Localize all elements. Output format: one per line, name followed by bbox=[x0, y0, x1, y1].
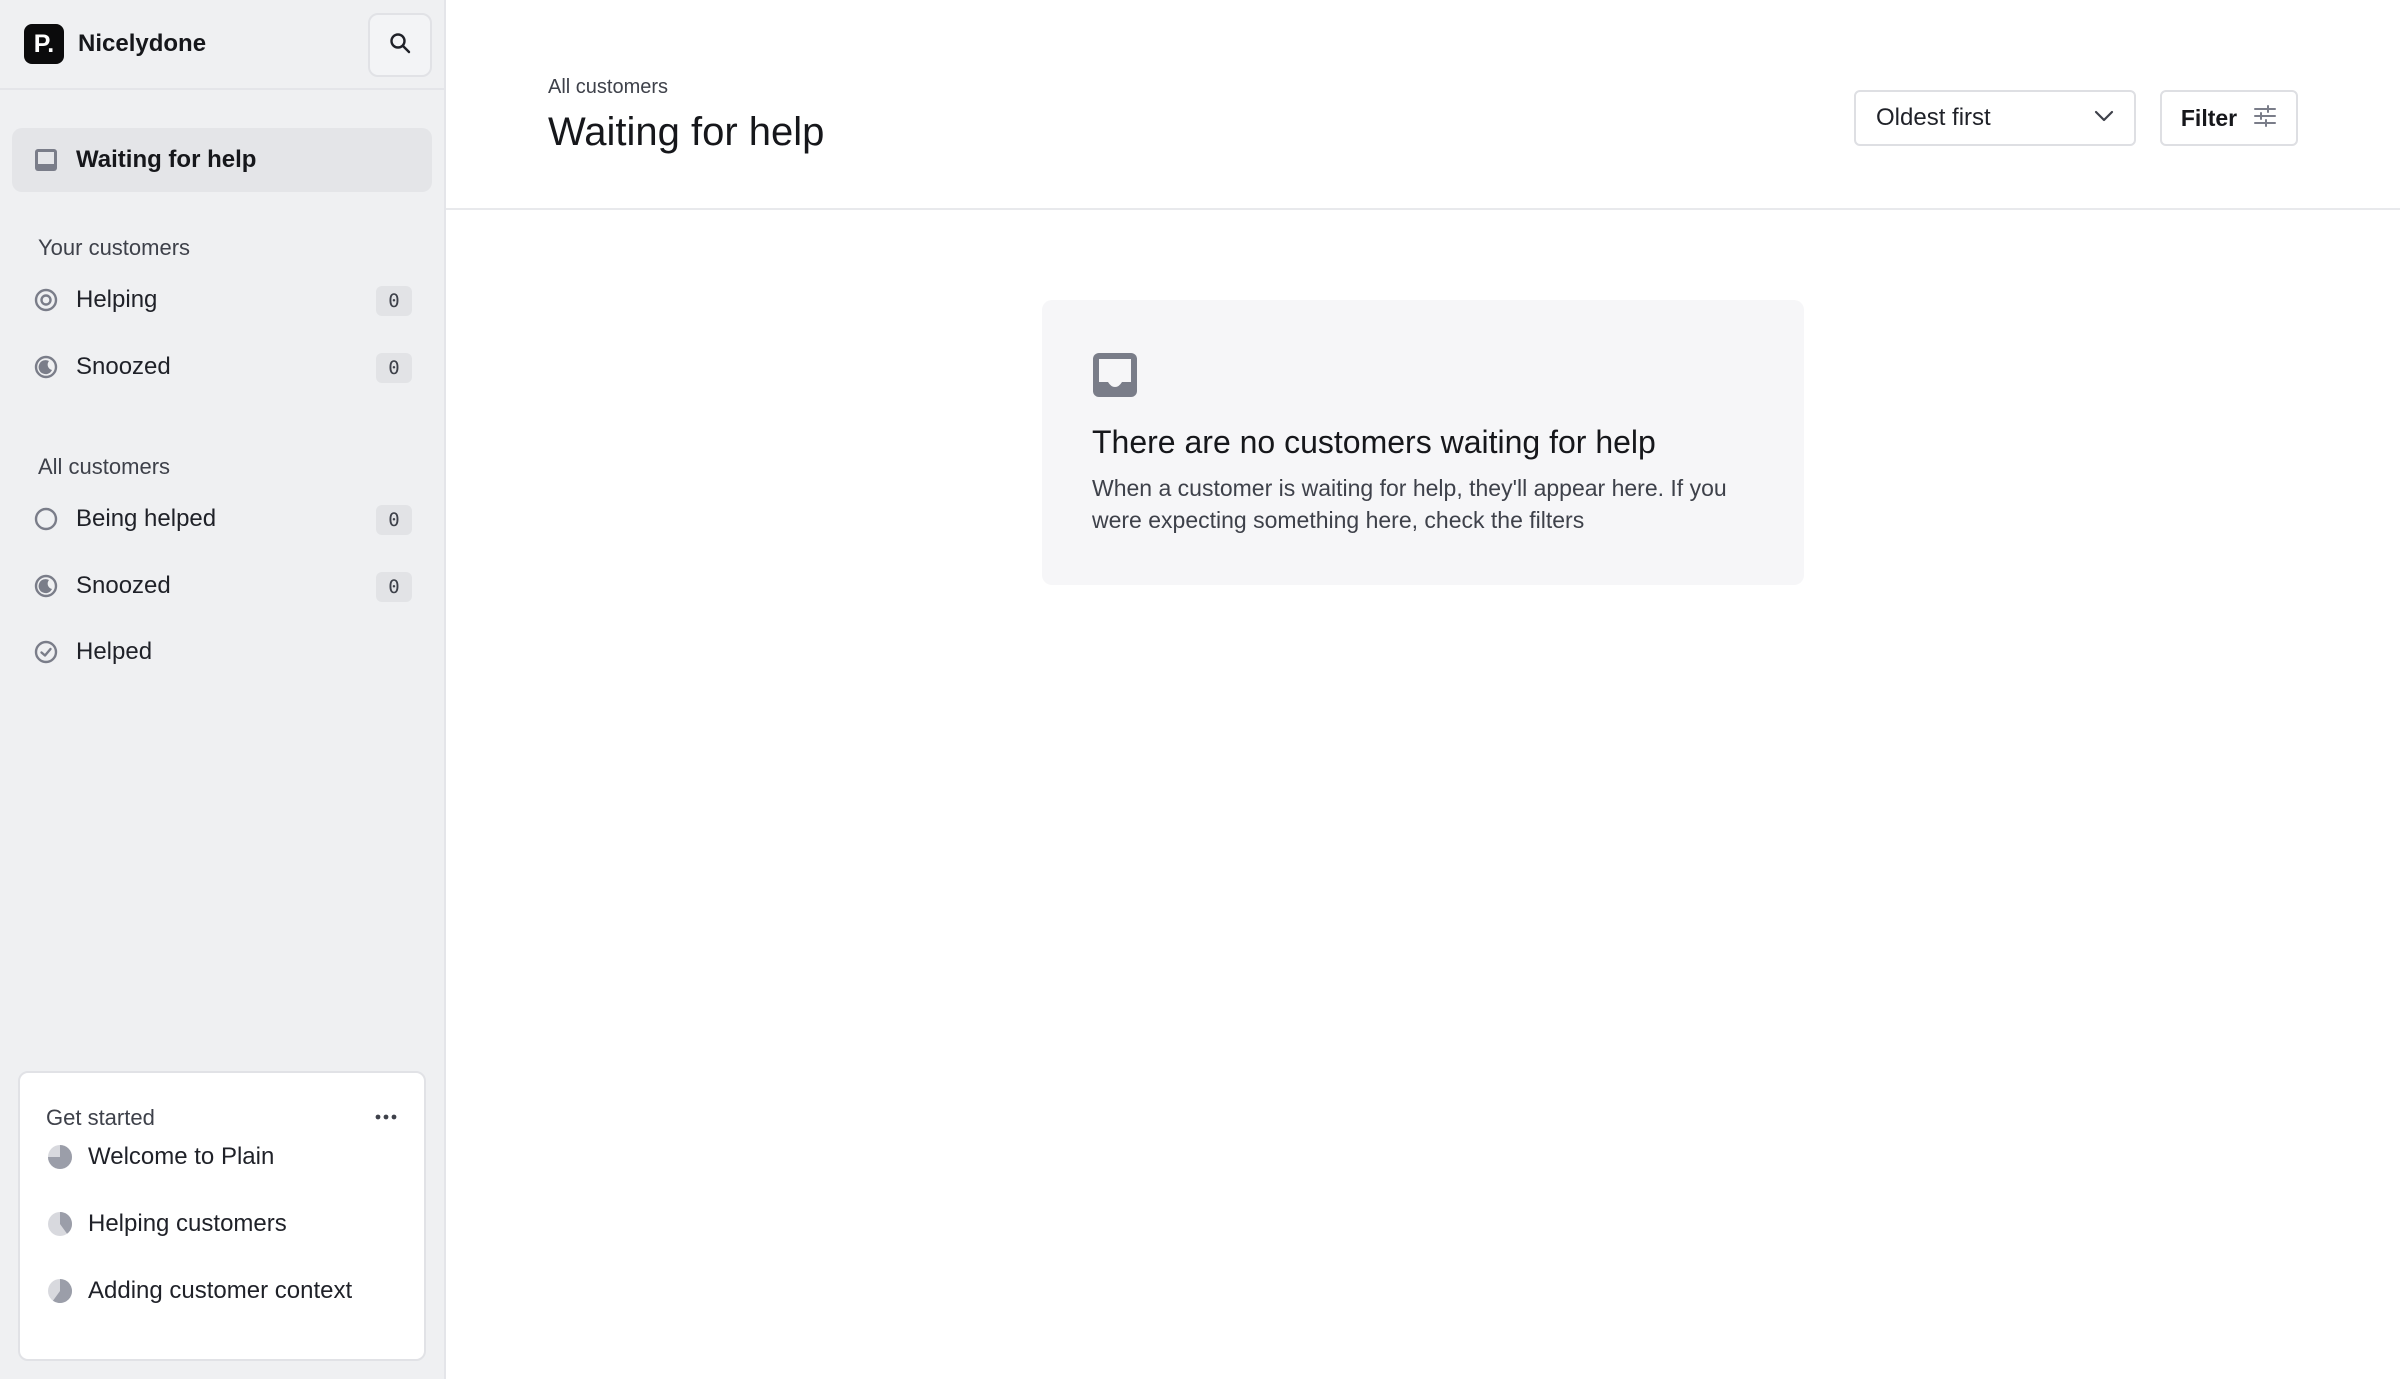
get-started-title: Get started bbox=[46, 1105, 155, 1130]
filter-button[interactable]: Filter bbox=[2160, 90, 2298, 146]
get-started-item-label: Helping customers bbox=[88, 1210, 287, 1237]
check-circle-icon bbox=[32, 638, 60, 666]
count-badge: 0 bbox=[376, 353, 412, 383]
page-title: Waiting for help bbox=[548, 110, 825, 154]
get-started-item-customer-context[interactable]: Adding customer context bbox=[46, 1271, 352, 1311]
empty-state-card: There are no customers waiting for help … bbox=[1042, 300, 1804, 585]
sidebar-item-label: Being helped bbox=[76, 505, 217, 532]
get-started-item-welcome[interactable]: Welcome to Plain bbox=[46, 1137, 274, 1177]
sliders-icon bbox=[2253, 104, 2277, 132]
get-started-item-helping-customers[interactable]: Helping customers bbox=[46, 1204, 287, 1244]
chevron-down-icon bbox=[2094, 109, 2114, 127]
inbox-icon bbox=[32, 146, 60, 174]
count-badge: 0 bbox=[376, 572, 412, 602]
sidebar-item-waiting-for-help[interactable]: Waiting for help bbox=[12, 128, 432, 192]
get-started-panel: Get started Welcome to Plain Helping cus… bbox=[18, 1071, 426, 1361]
workspace-name: Nicelydone bbox=[78, 30, 207, 57]
progress-pie-icon bbox=[46, 1143, 74, 1171]
progress-pie-icon bbox=[46, 1277, 74, 1305]
sidebar-item-label: Snoozed bbox=[76, 572, 171, 599]
filter-button-label: Filter bbox=[2180, 104, 2238, 131]
search-icon bbox=[388, 31, 412, 60]
sidebar-item-helped[interactable]: Helped bbox=[12, 624, 432, 680]
get-started-item-label: Welcome to Plain bbox=[88, 1143, 275, 1170]
main-header: All customers Waiting for help Oldest fi… bbox=[446, 0, 2400, 210]
sidebar-item-label: Helping bbox=[76, 286, 158, 313]
circle-icon bbox=[32, 505, 60, 533]
moon-icon bbox=[32, 353, 60, 381]
sidebar-item-helping[interactable]: Helping 0 bbox=[12, 272, 432, 328]
get-started-item-label: Adding customer context bbox=[88, 1277, 353, 1304]
breadcrumb[interactable]: All customers bbox=[548, 76, 668, 99]
workspace-switcher[interactable]: P. Nicelydone bbox=[24, 24, 206, 64]
sort-select[interactable]: Oldest first bbox=[1854, 90, 2136, 146]
progress-pie-icon bbox=[46, 1210, 74, 1238]
empty-state-title: There are no customers waiting for help bbox=[1092, 424, 1656, 460]
count-badge: 0 bbox=[376, 286, 412, 316]
empty-state-description: When a customer is waiting for help, the… bbox=[1092, 475, 1727, 533]
sidebar-header: P. Nicelydone bbox=[0, 0, 444, 90]
workspace-logo: P. bbox=[24, 24, 64, 64]
sidebar-item-label: Snoozed bbox=[76, 353, 171, 380]
sidebar-item-snoozed-mine[interactable]: Snoozed 0 bbox=[12, 339, 432, 395]
section-title-your-customers: Your customers bbox=[38, 235, 191, 260]
inbox-icon bbox=[1092, 352, 1140, 400]
sidebar-item-label: Helped bbox=[76, 638, 153, 665]
count-badge: 0 bbox=[376, 505, 412, 535]
more-options-icon[interactable] bbox=[374, 1105, 398, 1129]
sidebar-item-snoozed-all[interactable]: Snoozed 0 bbox=[12, 558, 432, 614]
search-button[interactable] bbox=[368, 13, 432, 77]
sidebar-item-label: Waiting for help bbox=[76, 146, 257, 173]
moon-icon bbox=[32, 572, 60, 600]
target-icon bbox=[32, 286, 60, 314]
sidebar: P. Nicelydone Waiting for help Your cust… bbox=[0, 0, 446, 1379]
sidebar-item-being-helped[interactable]: Being helped 0 bbox=[12, 491, 432, 547]
section-title-all-customers: All customers bbox=[38, 454, 171, 479]
sort-select-value: Oldest first bbox=[1876, 104, 1991, 131]
